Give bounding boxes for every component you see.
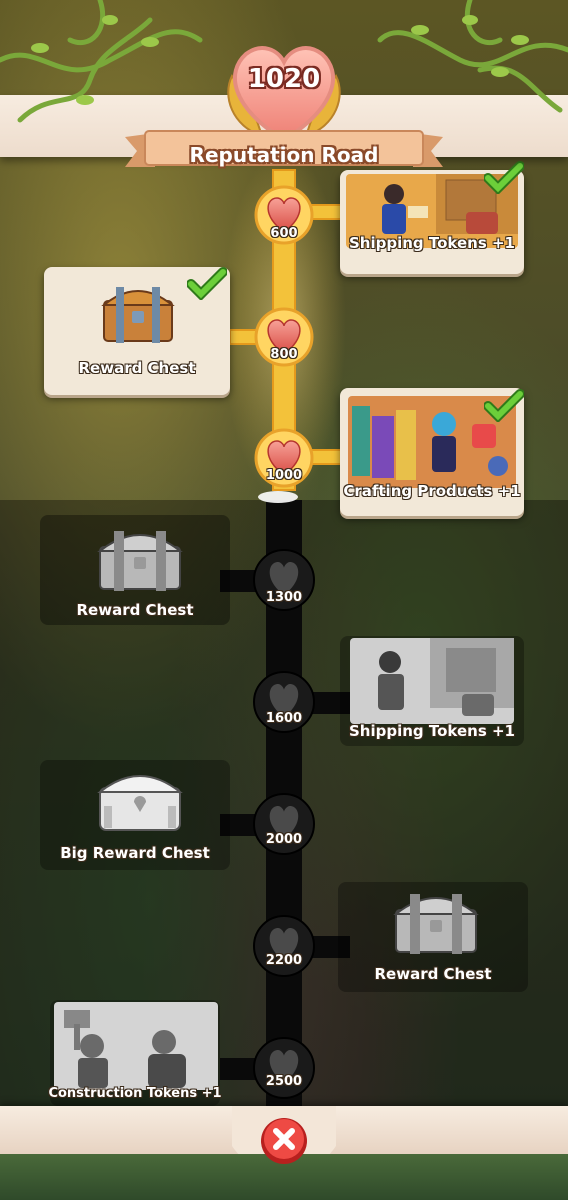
close-button[interactable] xyxy=(259,1116,309,1166)
claimed-check-icon xyxy=(484,161,524,194)
reward-label: Construction Tokens +1 xyxy=(48,1086,222,1101)
reward-label: Crafting Products +1 xyxy=(343,482,521,500)
big-chest-locked-icon xyxy=(97,775,183,831)
page-title: Reputation Road xyxy=(189,143,379,167)
chest-icon xyxy=(101,287,175,343)
claimed-check-icon xyxy=(187,267,227,300)
milestone-label: 2200 xyxy=(265,953,303,968)
reward-label: Shipping Tokens +1 xyxy=(348,234,515,252)
milestone-label: 600 xyxy=(270,226,298,241)
shipping-tokens-locked-picture xyxy=(350,638,514,724)
milestone-label: 800 xyxy=(270,347,298,362)
reward-label: Reward Chest xyxy=(374,965,492,983)
milestone-label: 2000 xyxy=(265,832,303,847)
reward-card-big-reward-chest-locked[interactable]: Big Reward Chest xyxy=(40,760,230,870)
reward-label: Reward Chest xyxy=(78,359,196,377)
reward-label: Reward Chest xyxy=(76,601,194,619)
reward-card-reward-chest-locked[interactable]: Reward Chest xyxy=(338,882,528,992)
claimed-check-icon xyxy=(484,389,524,422)
chest-locked-icon xyxy=(393,894,479,954)
milestone-label: 1600 xyxy=(265,711,303,726)
milestone-label: 1000 xyxy=(265,468,303,483)
milestone-label: 2500 xyxy=(265,1074,303,1089)
reward-card-reward-chest-locked[interactable]: Reward Chest xyxy=(40,515,230,625)
header: 1020 Reputation Road xyxy=(0,0,568,167)
milestone-label: 1300 xyxy=(265,590,303,605)
reward-label: Shipping Tokens +1 xyxy=(348,722,515,740)
reward-card-construction-tokens-locked[interactable]: Construction Tokens +1 xyxy=(48,1000,222,1106)
construction-tokens-locked-picture xyxy=(54,1002,218,1090)
reward-card-shipping-tokens-locked[interactable]: Shipping Tokens +1 xyxy=(340,636,524,746)
chest-locked-icon xyxy=(97,531,183,591)
reputation-value: 1020 xyxy=(247,64,321,94)
reward-label: Big Reward Chest xyxy=(60,844,210,862)
